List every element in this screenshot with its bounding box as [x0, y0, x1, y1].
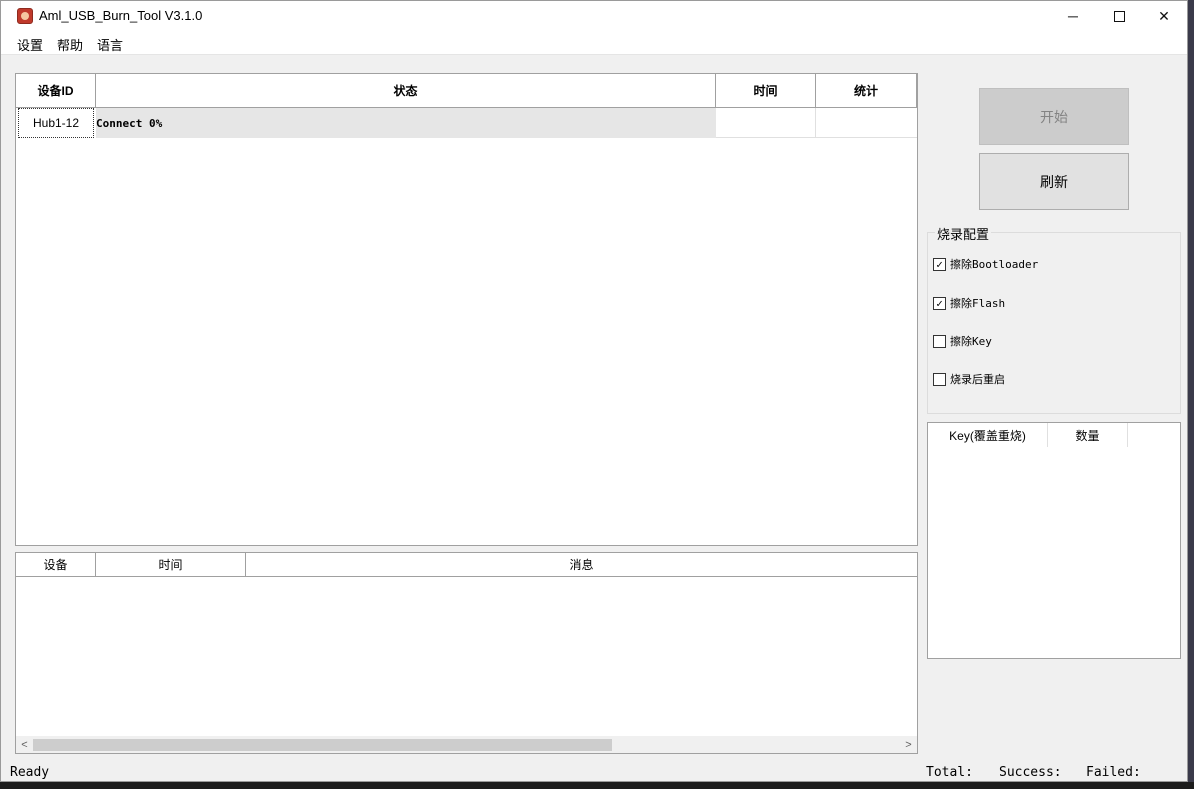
- column-header-count[interactable]: 数量: [1048, 423, 1128, 447]
- device-id-cell[interactable]: Hub1-12: [18, 108, 94, 138]
- minimize-button[interactable]: ─: [1050, 1, 1096, 31]
- refresh-button[interactable]: 刷新: [979, 153, 1129, 210]
- main-window: Aml_USB_Burn_Tool V3.1.0 ─ ✕ 设置 帮助 语言 设备…: [0, 0, 1188, 782]
- horizontal-scrollbar[interactable]: < >: [16, 736, 917, 753]
- erase-flash-option[interactable]: ✓ 擦除Flash: [933, 295, 1005, 311]
- start-button[interactable]: 开始: [979, 88, 1129, 145]
- status-text: Ready: [10, 765, 50, 780]
- taskbar: [0, 782, 1194, 789]
- menu-settings[interactable]: 设置: [17, 35, 43, 54]
- key-table: Key(覆盖重烧) 数量: [927, 422, 1181, 659]
- menu-help[interactable]: 帮助: [57, 35, 83, 54]
- reboot-after-burn-label: 烧录后重启: [950, 373, 1005, 386]
- checkbox-erase-flash[interactable]: ✓: [933, 296, 946, 310]
- column-header-device[interactable]: 设备: [16, 553, 96, 577]
- scroll-right-icon[interactable]: >: [900, 736, 917, 753]
- column-header-message[interactable]: 消息: [246, 553, 917, 577]
- maximize-icon: [1113, 10, 1125, 22]
- checkbox-erase-key[interactable]: [933, 334, 946, 348]
- checkbox-erase-bootloader[interactable]: ✓: [933, 257, 946, 271]
- erase-bootloader-option[interactable]: ✓ 擦除Bootloader: [933, 256, 1038, 272]
- success-label: Success:: [999, 765, 1062, 780]
- app-icon: [17, 8, 33, 24]
- title-bar: Aml_USB_Burn_Tool V3.1.0 ─ ✕: [1, 1, 1187, 31]
- desktop-background: [1188, 0, 1194, 782]
- column-header-time[interactable]: 时间: [716, 74, 816, 108]
- device-table: 设备ID 状态 时间 统计 Hub1-12 Connect 0%: [15, 73, 918, 546]
- log-table: 设备 时间 消息 < >: [15, 552, 918, 754]
- failed-label: Failed:: [1086, 765, 1141, 780]
- device-stats-cell[interactable]: [816, 108, 917, 138]
- scroll-left-icon[interactable]: <: [16, 736, 33, 753]
- close-button[interactable]: ✕: [1141, 1, 1187, 31]
- window-title: Aml_USB_Burn_Tool V3.1.0: [39, 8, 203, 23]
- column-header-device-id[interactable]: 设备ID: [16, 74, 96, 108]
- device-status-cell[interactable]: Connect 0%: [96, 108, 716, 138]
- total-label: Total:: [926, 765, 973, 780]
- checkbox-reboot-after-burn[interactable]: [933, 372, 946, 386]
- erase-key-option[interactable]: 擦除Key: [933, 333, 992, 349]
- menu-bar: 设置 帮助 语言: [1, 31, 1187, 55]
- status-bar: Ready Total: Success: Failed:: [1, 761, 1187, 783]
- column-header-status[interactable]: 状态: [96, 74, 716, 108]
- erase-bootloader-label: 擦除Bootloader: [950, 258, 1039, 271]
- reboot-after-burn-option[interactable]: 烧录后重启: [933, 371, 1005, 387]
- maximize-button[interactable]: [1096, 1, 1142, 31]
- menu-language[interactable]: 语言: [97, 35, 123, 54]
- scroll-thumb[interactable]: [33, 739, 612, 751]
- column-header-stats[interactable]: 统计: [816, 74, 917, 108]
- column-header-log-time[interactable]: 时间: [96, 553, 246, 577]
- device-time-cell[interactable]: [716, 108, 816, 138]
- erase-flash-label: 擦除Flash: [950, 297, 1006, 310]
- erase-key-label: 擦除Key: [950, 335, 992, 348]
- column-header-key[interactable]: Key(覆盖重烧): [928, 423, 1048, 447]
- burn-config-title: 烧录配置: [935, 224, 992, 243]
